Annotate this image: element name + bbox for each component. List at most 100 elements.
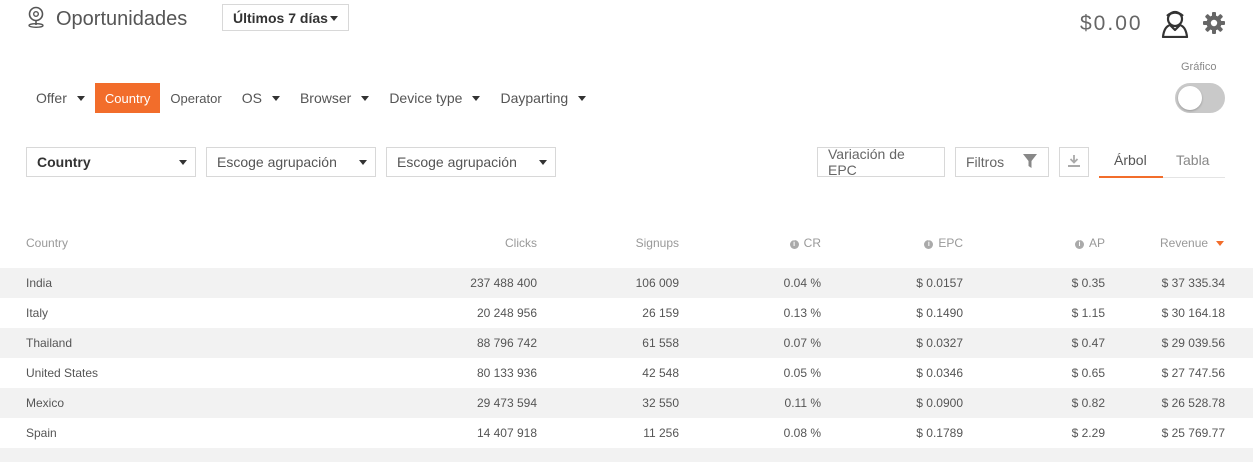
tab-dayparting[interactable]: Dayparting <box>490 83 596 113</box>
cell-cr: 0.11 % <box>784 396 821 410</box>
map-pin-icon <box>26 6 46 33</box>
balance: $0.00 <box>1080 12 1143 35</box>
chevron-down-icon <box>361 95 370 101</box>
grouping-select-1[interactable]: Country <box>26 147 196 177</box>
tab-browser[interactable]: Browser <box>290 83 379 113</box>
tab-offer[interactable]: Offer <box>26 83 95 113</box>
active-view-indicator <box>1099 176 1163 178</box>
info-icon[interactable]: i <box>789 240 799 249</box>
filters-button[interactable]: Filtros <box>955 147 1049 177</box>
chevron-down-icon <box>472 95 481 101</box>
period-select-value: Últimos 7 días <box>233 9 328 26</box>
cell-epc: $ 0.0327 <box>916 336 963 350</box>
column-header-epc[interactable]: i EPC <box>863 236 963 250</box>
cell-ap: $ 0.82 <box>1071 396 1105 410</box>
cell-clicks: 14 407 918 <box>476 426 537 440</box>
column-header-cr[interactable]: i CR <box>721 236 821 250</box>
cell-clicks: 237 488 400 <box>470 276 537 290</box>
cell-revenue: $ 29 039.56 <box>1161 336 1225 350</box>
column-header-label: AP <box>1088 236 1105 250</box>
toggle-knob <box>1178 86 1202 110</box>
tab-os[interactable]: OS <box>232 83 290 113</box>
chevron-down-icon <box>76 95 85 101</box>
cell-cr: 0.13 % <box>783 306 821 320</box>
epc-variation-button[interactable]: Variación de EPC <box>817 146 945 178</box>
cell-cr: 0.08 % <box>783 426 821 440</box>
column-header-revenue[interactable]: Revenue <box>1160 236 1225 250</box>
cell-revenue: $ 25 769.77 <box>1161 426 1225 440</box>
cell-country: Thailand <box>26 336 73 350</box>
grouping-select-3[interactable]: Escoge agrupación <box>386 147 556 177</box>
tab-label: Dayparting <box>500 90 569 106</box>
tab-country[interactable]: Country <box>94 83 161 113</box>
chart-toggle[interactable] <box>1175 83 1225 113</box>
cell-clicks: 88 796 742 <box>476 336 537 350</box>
cell-revenue: $ 37 335.34 <box>1161 276 1225 290</box>
table-row[interactable]: Mexico 29 473 594 32 550 0.11 % $ 0.0900 $ 0.… <box>0 388 1253 418</box>
cell-epc: $ 0.1490 <box>916 306 963 320</box>
cell-ap: $ 0.47 <box>1071 336 1105 350</box>
tab-operator[interactable]: Operator <box>160 83 231 113</box>
cell-epc: $ 0.1789 <box>916 426 963 440</box>
cell-country: Mexico <box>26 396 65 410</box>
chevron-down-icon <box>578 95 587 101</box>
cell-epc: $ 0.0157 <box>916 276 963 290</box>
table-row[interactable]: Italy 20 248 956 26 159 0.13 % $ 0.1490 $ 1.1… <box>0 298 1253 328</box>
column-header-ap[interactable]: i AP <box>1005 236 1105 250</box>
cell-signups: 32 550 <box>642 396 679 410</box>
button-label: Variación de EPC <box>828 146 905 178</box>
table-row-partial <box>0 448 1253 462</box>
column-header-clicks[interactable]: Clicks <box>437 236 537 250</box>
chart-toggle-label: Gráfico <box>1181 61 1217 73</box>
cell-cr: 0.07 % <box>783 336 821 350</box>
dimension-tabs: Offer Country Operator OS Browser Device… <box>26 83 596 113</box>
cell-clicks: 20 248 956 <box>476 306 537 320</box>
view-tabs-divider <box>1163 177 1225 178</box>
select-value: Escoge agrupación <box>397 154 517 170</box>
tab-label: OS <box>241 90 262 106</box>
cell-ap: $ 2.29 <box>1071 426 1105 440</box>
user-icon[interactable] <box>1161 8 1189 39</box>
cell-ap: $ 0.65 <box>1071 366 1105 380</box>
column-header-label: Revenue <box>1160 236 1209 250</box>
filter-icon <box>1022 153 1038 172</box>
download-button[interactable] <box>1059 147 1089 177</box>
column-header-label: EPC <box>938 236 963 250</box>
cell-signups: 106 009 <box>635 276 679 290</box>
cell-signups: 11 256 <box>643 426 679 440</box>
info-icon[interactable]: i <box>1074 240 1084 249</box>
chevron-down-icon <box>330 16 338 21</box>
table-row[interactable]: Spain 14 407 918 11 256 0.08 % $ 0.1789 $ 2.2… <box>0 418 1253 448</box>
tab-tree-view[interactable]: Árbol <box>1114 152 1147 168</box>
gear-icon[interactable] <box>1202 11 1226 35</box>
tab-device-type[interactable]: Device type <box>379 83 490 113</box>
table-row[interactable]: India 237 488 400 106 009 0.04 % $ 0.0157 $ 0… <box>0 268 1253 298</box>
column-header-signups[interactable]: Signups <box>579 236 679 250</box>
period-select[interactable]: Últimos 7 días <box>222 4 349 31</box>
info-icon[interactable]: i <box>924 240 934 249</box>
cell-country: Italy <box>26 306 49 320</box>
cell-signups: 26 159 <box>642 306 679 320</box>
column-header-country[interactable]: Country <box>26 236 68 250</box>
chevron-down-icon <box>271 95 280 101</box>
cell-revenue: $ 26 528.78 <box>1161 396 1225 410</box>
select-value: Country <box>37 154 91 170</box>
cell-clicks: 80 133 936 <box>476 366 537 380</box>
tab-table-view[interactable]: Tabla <box>1176 152 1209 168</box>
table-row[interactable]: Thailand 88 796 742 61 558 0.07 % $ 0.0327 $ … <box>0 328 1253 358</box>
table-row[interactable]: United States 80 133 936 42 548 0.05 % $ 0.0… <box>0 358 1253 388</box>
cell-country: United States <box>26 366 99 380</box>
chevron-down-icon <box>539 160 547 165</box>
cell-revenue: $ 27 747.56 <box>1161 366 1225 380</box>
cell-cr: 0.05 % <box>783 366 821 380</box>
cell-epc: $ 0.0346 <box>916 366 963 380</box>
column-header-label: CR <box>803 236 821 250</box>
cell-signups: 61 558 <box>642 336 679 350</box>
tab-label: Browser <box>299 90 352 106</box>
tab-label: Device type <box>389 90 463 106</box>
download-icon <box>1067 154 1081 171</box>
cell-revenue: $ 30 164.18 <box>1161 306 1225 320</box>
cell-country: Spain <box>26 426 57 440</box>
grouping-select-2[interactable]: Escoge agrupación <box>206 147 376 177</box>
cell-cr: 0.04 % <box>783 276 821 290</box>
